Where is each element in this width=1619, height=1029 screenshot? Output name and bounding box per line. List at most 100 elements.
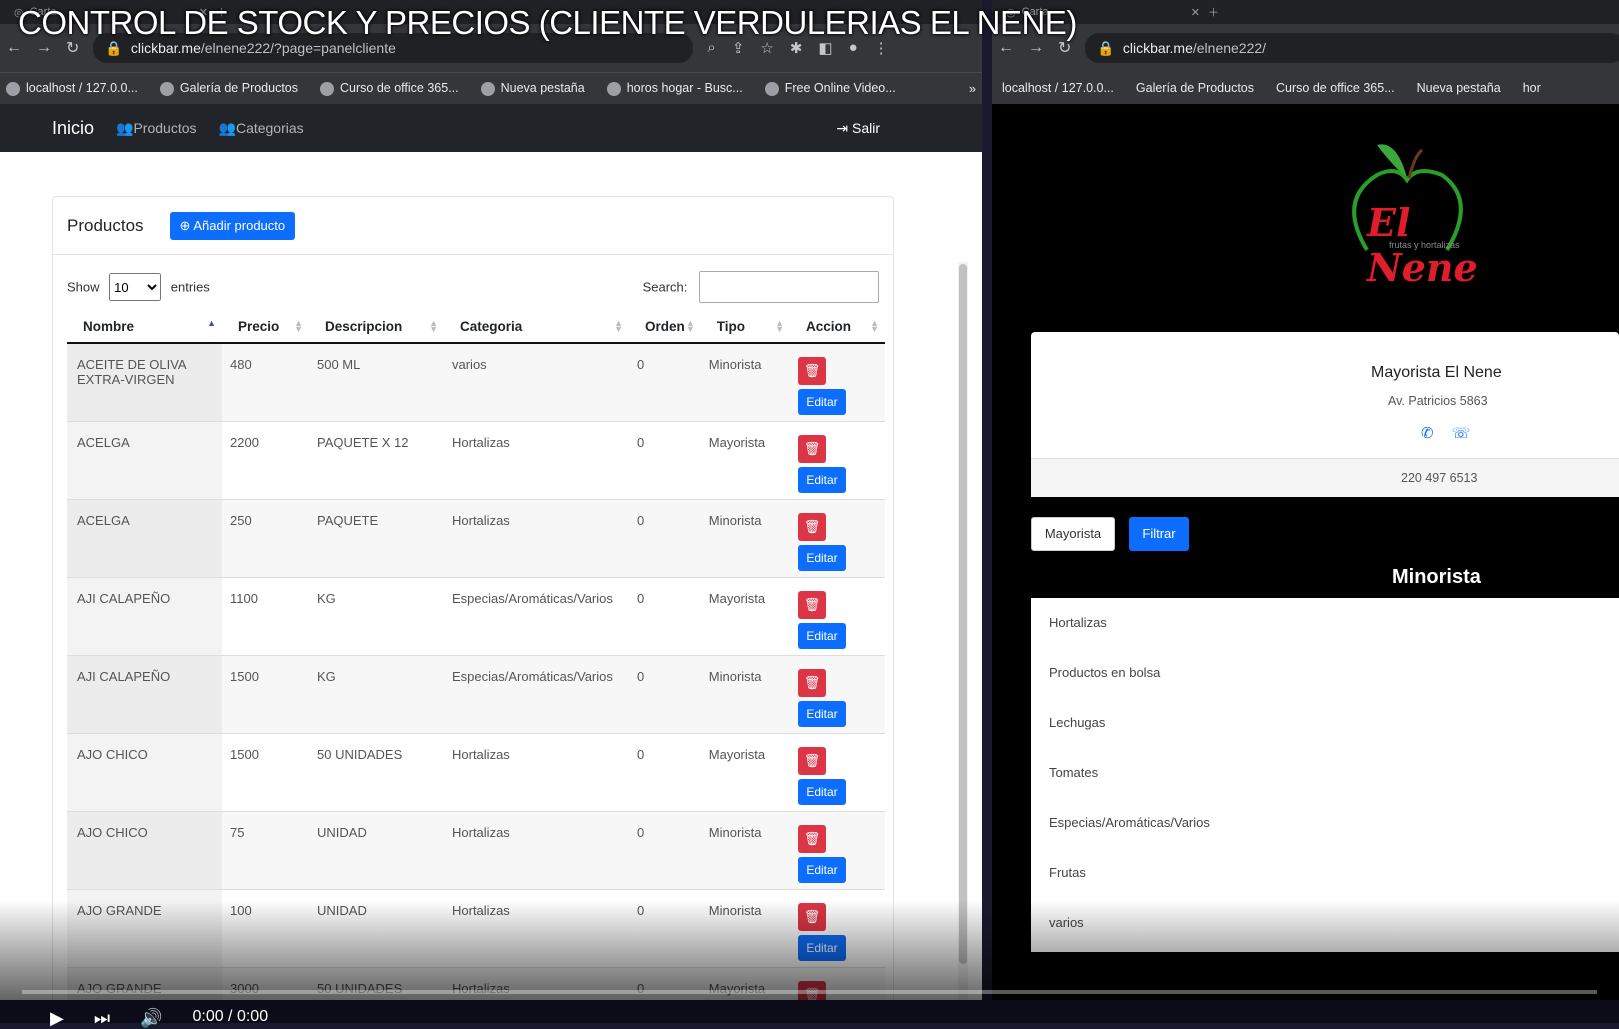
- add-product-button[interactable]: ⊕ Añadir producto: [169, 211, 296, 240]
- edit-button[interactable]: Editar: [798, 857, 846, 883]
- column-header[interactable]: Orden ▲ ▼: [629, 309, 701, 344]
- category-item[interactable]: Especias/Aromáticas/Varios: [1031, 798, 1619, 848]
- delete-button[interactable]: 🗑: [798, 747, 826, 775]
- delete-button[interactable]: 🗑: [798, 435, 826, 463]
- lock-icon: 🔒: [105, 39, 123, 56]
- delete-button[interactable]: 🗑: [798, 357, 826, 385]
- cell-accion: 🗑 Editar: [790, 499, 885, 578]
- bookmark-label: Curso de office 365...: [1276, 81, 1395, 95]
- store-info-card: Mayorista El Nene Av. Patricios 5863 ✆ ☏…: [1031, 332, 1619, 497]
- video-controls: ▶ ⏭ 🔊 0:00 / 0:00: [50, 1008, 268, 1029]
- column-header[interactable]: Categoria ▲ ▼: [444, 309, 629, 344]
- cell-descripcion: KG: [309, 577, 444, 656]
- cell-descripcion: PAQUETE: [309, 499, 444, 578]
- store-logo: El Nene frutas y hortalizas: [1337, 140, 1497, 290]
- column-header[interactable]: Descripcion ▲ ▼: [309, 309, 444, 344]
- page-scrollbar[interactable]: [958, 262, 968, 1000]
- entries-label: entries: [170, 279, 210, 295]
- logo-subtitle: frutas y hortalizas: [1389, 240, 1460, 250]
- url-bar[interactable]: 🔒 clickbar.me/elnene222/: [1085, 33, 1619, 63]
- column-header[interactable]: Nombre ▲: [67, 309, 222, 344]
- bookmark-item[interactable]: Curso de office 365...: [320, 81, 459, 96]
- column-header[interactable]: Tipo ▲ ▼: [700, 309, 790, 344]
- table-row: ACELGA 250 PAQUETE Hortalizas 0 Minorista 🗑 Edi…: [67, 499, 885, 578]
- store-address: Av. Patricios 5863: [1388, 394, 1488, 408]
- bookmark-item[interactable]: Galería de Productos: [159, 81, 298, 96]
- edit-button[interactable]: Editar: [798, 701, 846, 727]
- entries-select[interactable]: 10: [109, 273, 162, 301]
- tab-strip: ◎ Carta ✕ ＋: [992, 0, 1619, 24]
- store-name: Mayorista El Nene: [1371, 364, 1502, 381]
- logout-link[interactable]: ⇥ Salir: [836, 120, 880, 137]
- video-progress-bar[interactable]: [22, 990, 1597, 994]
- users-icon: 👥: [218, 119, 236, 136]
- cell-accion: 🗑 Editar: [790, 811, 885, 890]
- video-title: CONTROL DE STOCK Y PRECIOS (CLIENTE VERD…: [18, 4, 1077, 41]
- bookmark-item[interactable]: localhost / 127.0.0...: [1002, 81, 1114, 95]
- cell-precio: 1500: [222, 655, 309, 734]
- category-item[interactable]: Tomates: [1031, 748, 1619, 798]
- filter-button[interactable]: Filtrar: [1129, 517, 1189, 551]
- bookmarks-bar: localhost / 127.0.0... Galería de Product…: [992, 72, 1619, 104]
- edit-button[interactable]: Editar: [798, 545, 846, 571]
- edit-button[interactable]: Editar: [798, 467, 846, 493]
- nav-brand[interactable]: Inicio: [52, 118, 94, 139]
- close-tab-icon[interactable]: ✕: [1191, 6, 1200, 19]
- url-path: /elnene222/?page=panelcliente: [200, 40, 396, 56]
- cell-tipo: Mayorista: [700, 577, 790, 656]
- cell-precio: 75: [222, 811, 309, 890]
- bookmark-item[interactable]: Free Online Video...: [764, 81, 896, 96]
- cell-categoria: Hortalizas: [444, 421, 629, 500]
- next-icon[interactable]: ⏭: [94, 1008, 110, 1029]
- whatsapp-icon[interactable]: ✆: [1421, 424, 1434, 442]
- bookmark-item[interactable]: localhost / 127.0.0...: [6, 81, 138, 96]
- bookmark-label: localhost / 127.0.0...: [26, 81, 138, 96]
- cell-orden: 0: [629, 577, 701, 656]
- bookmark-item[interactable]: Nueva pestaña: [1417, 81, 1501, 95]
- filter-select[interactable]: Mayorista: [1031, 517, 1115, 551]
- bookmark-item[interactable]: horos hogar - Busc...: [606, 81, 743, 96]
- category-item[interactable]: Lechugas: [1031, 698, 1619, 748]
- delete-button[interactable]: 🗑: [798, 513, 826, 541]
- cell-nombre: AJI CALAPEÑO: [67, 577, 222, 656]
- edit-button[interactable]: Editar: [798, 779, 846, 805]
- category-item[interactable]: Hortalizas: [1031, 598, 1619, 648]
- volume-icon[interactable]: 🔊: [140, 1008, 162, 1029]
- cell-descripcion: 50 UNIDADES: [309, 733, 444, 812]
- table-row: AJO CHICO 75 UNIDAD Hortalizas 0 Minorista 🗑 Ed…: [67, 811, 885, 890]
- table-controls: Show 10 entries Search:: [53, 255, 893, 303]
- app-navbar: Inicio 👥Productos 👥Categorias ⇥ Salir: [0, 104, 982, 152]
- store-phone: 220 497 6513: [1031, 458, 1619, 497]
- edit-button[interactable]: Editar: [798, 389, 846, 415]
- phone-icon[interactable]: ☏: [1452, 424, 1471, 442]
- new-tab-icon[interactable]: ＋: [1208, 4, 1219, 20]
- edit-button[interactable]: Editar: [798, 623, 846, 649]
- category-item[interactable]: Frutas: [1031, 848, 1619, 898]
- cell-precio: 1100: [222, 577, 309, 656]
- search-input[interactable]: [699, 271, 879, 303]
- sort-icon: ▲ ▼: [429, 318, 438, 334]
- nav-productos[interactable]: 👥Productos: [116, 120, 196, 137]
- sort-icon: ▲ ▼: [775, 318, 784, 334]
- cell-descripcion: 500 ML: [309, 343, 444, 422]
- play-icon[interactable]: ▶: [50, 1008, 64, 1029]
- delete-button[interactable]: 🗑: [798, 825, 826, 853]
- delete-button[interactable]: 🗑: [798, 669, 826, 697]
- sort-icon: ▲ ▼: [870, 318, 879, 334]
- nav-categorias[interactable]: 👥Categorias: [219, 120, 304, 137]
- bookmark-favicon-icon: [480, 81, 495, 96]
- cell-tipo: Mayorista: [700, 733, 790, 812]
- bookmark-item[interactable]: Nueva pestaña: [480, 81, 585, 96]
- bookmarks-overflow-icon[interactable]: »: [969, 82, 976, 96]
- cell-accion: 🗑 Editar: [790, 577, 885, 656]
- show-label: Show: [67, 279, 100, 295]
- category-item[interactable]: Productos en bolsa: [1031, 648, 1619, 698]
- delete-button[interactable]: 🗑: [798, 591, 826, 619]
- bookmark-item[interactable]: Galería de Productos: [1136, 81, 1254, 95]
- column-header[interactable]: Precio ▲ ▼: [222, 309, 309, 344]
- card-title: Productos: [67, 215, 144, 235]
- logout-icon: ⇥: [836, 119, 852, 136]
- column-header[interactable]: Accion ▲ ▼: [790, 309, 885, 344]
- bookmark-item[interactable]: hor: [1523, 81, 1541, 95]
- bookmark-item[interactable]: Curso de office 365...: [1276, 81, 1395, 95]
